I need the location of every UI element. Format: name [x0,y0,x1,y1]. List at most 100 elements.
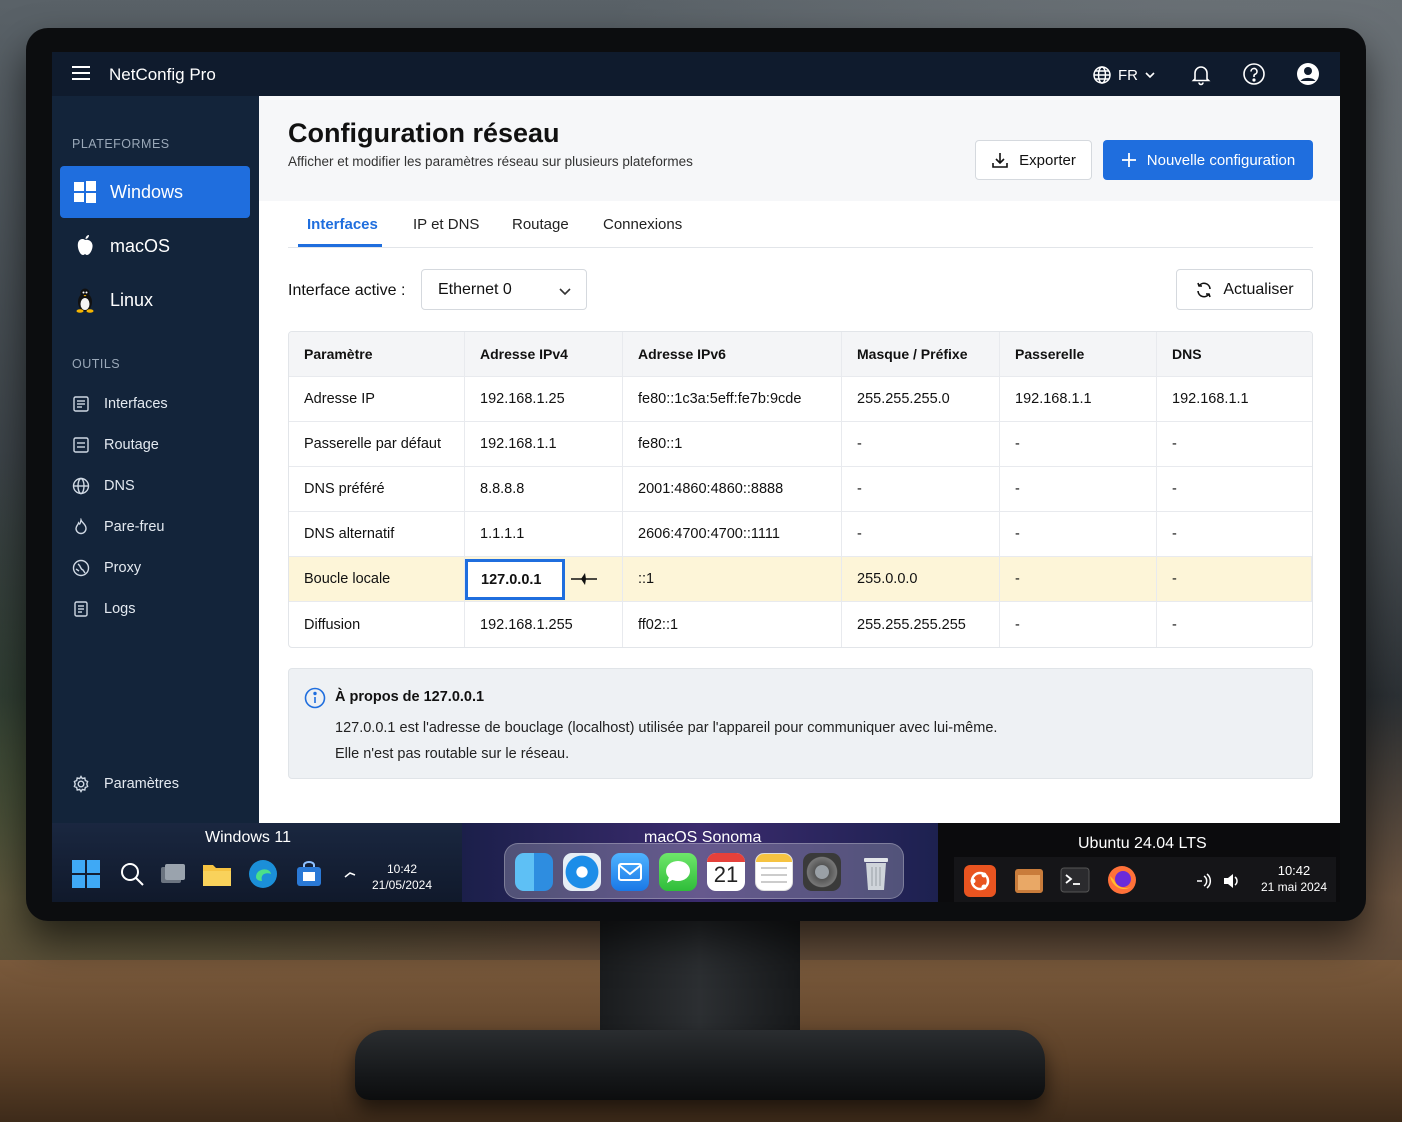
finder-icon[interactable] [515,853,553,891]
logs-icon [74,601,88,617]
network-icon[interactable] [1196,873,1214,889]
selected-cell[interactable]: 127.0.0.1 [465,559,565,600]
cursor-icon [571,573,597,585]
sidebar: PLATEFORMES Windows macOS Linux OUTILS I… [52,96,259,823]
column-header[interactable]: Paramètre [289,332,465,376]
tab-interfaces[interactable]: Interfaces [307,216,378,233]
table-cell: DNS alternatif [289,512,465,556]
store-icon[interactable] [295,860,323,888]
calendar-icon[interactable]: 21 [707,853,745,891]
sidebar-item-proxy[interactable]: Proxy [72,559,141,577]
calendar-header [707,853,745,862]
table-cell: Boucle locale [289,557,465,601]
sidebar-item-label: Logs [104,601,136,617]
column-header[interactable]: Masque / Préfixe [842,332,1000,376]
windows-date: 21/05/2024 [371,878,433,892]
mail-icon[interactable] [611,853,649,891]
table-cell: - [1172,436,1177,452]
terminal-icon[interactable] [1060,866,1090,894]
notes-header [756,854,792,862]
column-header[interactable]: DNS [1157,332,1312,376]
task-view-icon[interactable] [159,861,187,887]
tab-connexions[interactable]: Connexions [603,216,682,233]
table-cell: 192.168.1.1 [1172,391,1249,407]
table-cell: - [1172,481,1177,497]
column-header[interactable]: Adresse IPv6 [623,332,842,376]
table-cell: DNS préféré [289,467,465,511]
safari-icon[interactable] [563,853,601,891]
platform-linux[interactable]: Linux [60,274,250,326]
notes-line [761,874,787,876]
sidebar-item-logs[interactable]: Logs [72,600,135,618]
plus-icon [1121,153,1136,167]
menu-icon[interactable] [72,66,90,80]
macos-dock: 21 [504,843,904,899]
language-selector[interactable]: FR [1092,65,1156,85]
apple-logo-icon [77,235,93,255]
table-cell: 255.255.255.0 [842,377,1000,421]
table-row[interactable]: DNS alternatif 1.1.1.1 2606:4700:4700::1… [289,512,1312,557]
tab-routage[interactable]: Routage [512,216,569,233]
table-row[interactable]: Adresse IP 192.168.1.25 fe80::1c3a:5eff:… [289,377,1312,422]
os-label: Ubuntu 24.04 LTS [1078,835,1207,852]
info-text: Elle n'est pas routable sur le réseau. [335,746,570,762]
table-cell: - [1000,467,1157,511]
messages-icon[interactable] [659,853,697,891]
table-cell: 192.168.1.255 [465,602,623,647]
ubuntu-clock[interactable]: 10:42 21 mai 2024 [1254,863,1334,895]
windows-start-icon[interactable] [72,860,100,888]
new-configuration-button[interactable]: Nouvelle configuration [1103,140,1313,180]
volume-icon[interactable] [1222,872,1242,890]
interface-select[interactable]: Ethernet 0 [421,269,587,310]
calendar-day: 21 [713,862,739,887]
column-header[interactable]: Adresse IPv4 [465,332,623,376]
tab-ip-dns[interactable]: IP et DNS [413,216,479,233]
tools-heading: OUTILS [72,357,121,371]
firewall-icon [75,518,87,535]
refresh-button[interactable]: Actualiser [1176,269,1313,310]
table-row[interactable]: Diffusion 192.168.1.255 ff02::1 255.255.… [289,602,1312,647]
sidebar-item-label: Proxy [104,560,142,576]
firefox-icon[interactable] [1106,864,1138,896]
monitor-stand-neck [600,915,800,1045]
sidebar-item-label: Interfaces [104,396,168,412]
edge-browser-icon[interactable] [248,859,278,889]
files-icon[interactable] [1014,866,1044,894]
platform-windows[interactable]: Windows [60,166,250,218]
file-explorer-icon[interactable] [202,860,232,888]
sidebar-item-pare-feu[interactable]: Pare-freu [72,518,164,536]
trash-icon[interactable] [859,852,893,892]
sidebar-item-interfaces[interactable]: Interfaces [72,395,168,413]
platform-label: Linux [110,289,154,310]
system-settings-icon[interactable] [803,853,841,891]
table-cell: 2001:4860:4860::8888 [623,467,842,511]
table-row[interactable]: DNS préféré 8.8.8.8 2001:4860:4860::8888… [289,467,1312,512]
interface-label: Interface active : [288,282,406,299]
top-bar: NetConfig Pro FR [52,52,1340,96]
help-icon[interactable] [1242,62,1266,86]
platform-macos[interactable]: macOS [60,220,250,272]
windows-logo-icon [74,181,96,203]
windows-clock[interactable]: 10:42 21/05/2024 [362,861,442,893]
sidebar-item-dns[interactable]: DNS [72,477,135,495]
tray-chevron-icon[interactable] [344,869,356,879]
bell-icon[interactable] [1189,62,1213,86]
notes-icon[interactable] [755,853,793,891]
platforms-heading: PLATEFORMES [72,137,170,151]
search-icon[interactable] [119,861,145,887]
table-row-highlighted[interactable]: Boucle locale ::1 255.0.0.0 - - 127.0.0.… [289,557,1312,602]
main-content: Configuration réseau Afficher et modifie… [259,96,1340,823]
screen: NetConfig Pro FR PLATEFORMES Windows mac… [52,52,1340,902]
table-cell: 2606:4700:4700::1111 [623,512,842,556]
sidebar-item-routage[interactable]: Routage [72,436,159,454]
sidebar-item-parametres[interactable]: Paramètres [72,775,179,793]
user-account-icon[interactable] [1296,62,1320,86]
proxy-icon [72,559,90,577]
export-button[interactable]: Exporter [975,140,1092,180]
table-row[interactable]: Passerelle par défaut 192.168.1.1 fe80::… [289,422,1312,467]
interfaces-icon [73,396,89,412]
ubuntu-logo-icon[interactable] [964,865,996,897]
export-label: Exporter [1019,151,1076,169]
sidebar-item-label: Pare-freu [104,519,165,535]
column-header[interactable]: Passerelle [1000,332,1157,376]
